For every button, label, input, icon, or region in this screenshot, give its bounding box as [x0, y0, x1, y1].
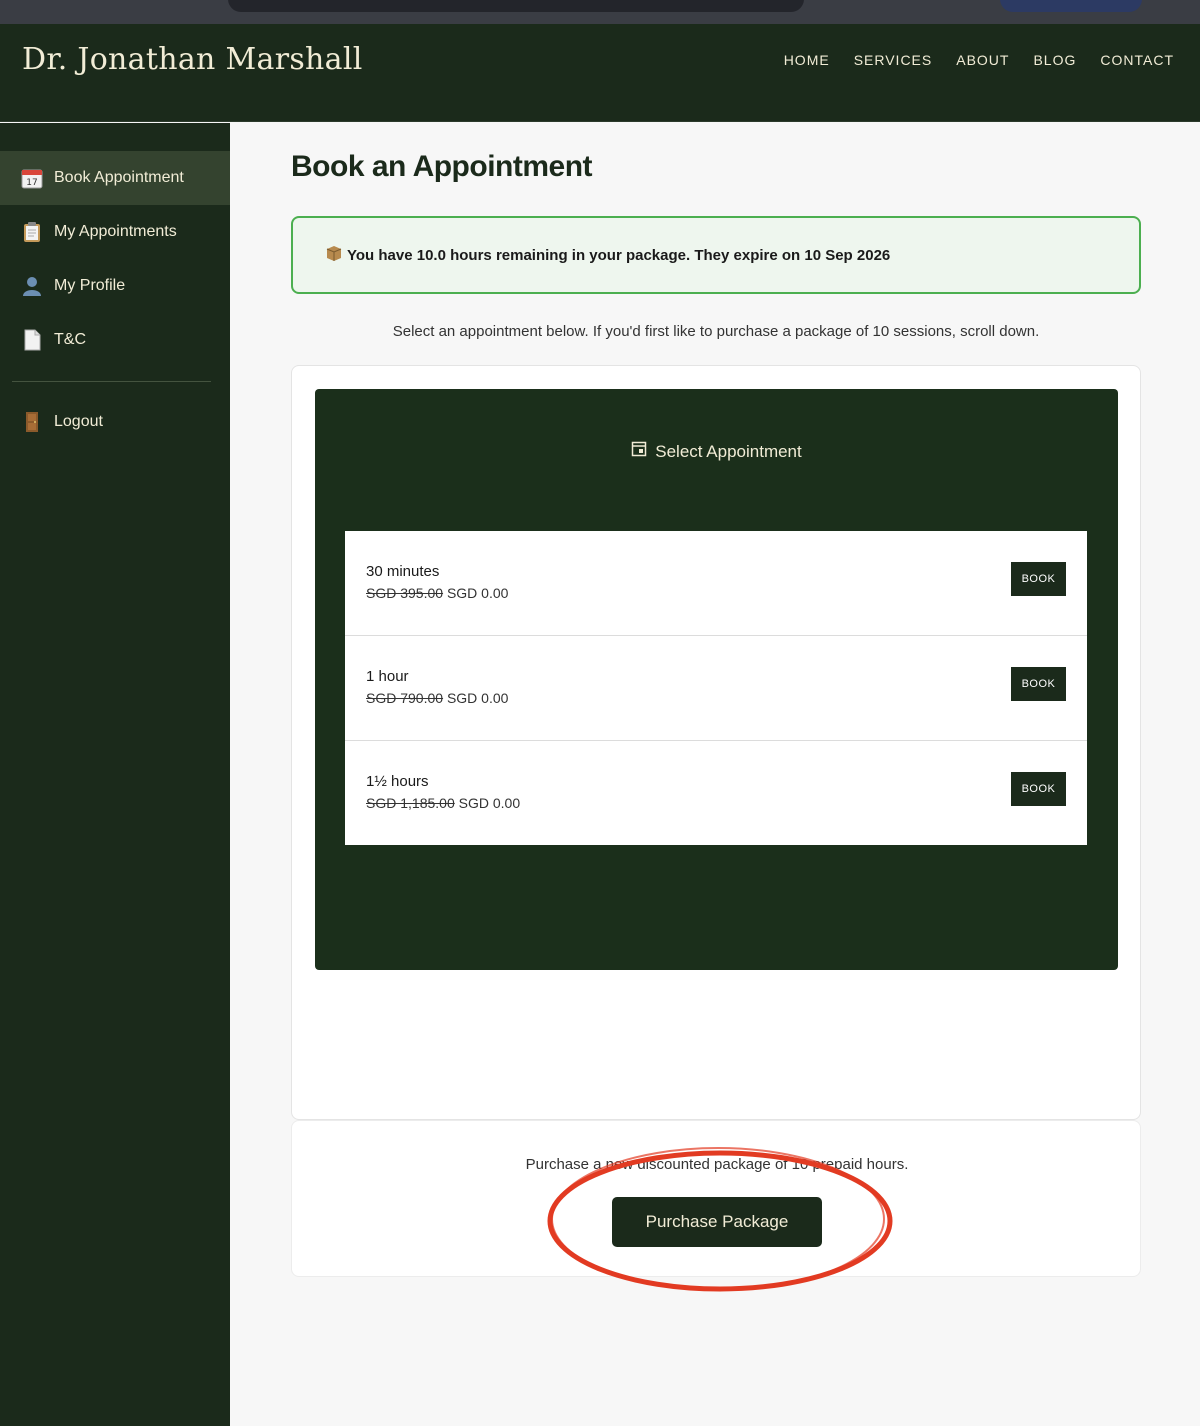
nav-services[interactable]: SERVICES — [854, 52, 933, 68]
nav-blog[interactable]: BLOG — [1033, 52, 1076, 68]
main-nav: HOME SERVICES ABOUT BLOG CONTACT — [784, 52, 1174, 68]
appointment-name: 1 hour — [366, 668, 409, 685]
sidebar-item-my-appointments[interactable]: My Appointments — [0, 205, 230, 259]
sidebar-divider — [12, 381, 211, 382]
current-price: SGD 0.00 — [446, 690, 509, 706]
calendar-icon: 17 — [20, 166, 44, 190]
document-icon — [20, 328, 44, 352]
book-button[interactable]: BOOK — [1011, 562, 1066, 596]
appointment-price: SGD 1,185.00 SGD 0.00 — [366, 795, 520, 811]
address-bar[interactable] — [228, 0, 804, 12]
svg-text:17: 17 — [26, 178, 37, 188]
list-item: 1 hour SGD 790.00 SGD 0.00 BOOK — [345, 636, 1087, 741]
sidebar-item-label: Book Appointment — [54, 169, 184, 186]
browser-button[interactable] — [1000, 0, 1142, 12]
old-price: SGD 790.00 — [366, 690, 444, 706]
nav-about[interactable]: ABOUT — [956, 52, 1009, 68]
appointment-name: 30 minutes — [366, 563, 440, 580]
old-price: SGD 1,185.00 — [366, 795, 455, 811]
current-price: SGD 0.00 — [458, 795, 521, 811]
nav-contact[interactable]: CONTACT — [1100, 52, 1174, 68]
appointment-price: SGD 790.00 SGD 0.00 — [366, 690, 508, 706]
browser-chrome — [0, 0, 1200, 24]
intro-text: Select an appointment below. If you'd fi… — [392, 323, 1040, 340]
site-brand[interactable]: Dr. Jonathan Marshall — [22, 42, 363, 77]
book-button[interactable]: BOOK — [1011, 772, 1066, 806]
purchase-text: Purchase a new discounted package of 10 … — [525, 1156, 909, 1173]
package-notice-text: You have 10.0 hours remaining in your pa… — [347, 246, 891, 264]
package-icon — [325, 244, 343, 266]
appointment-panel: Select Appointment 30 minutes SGD 395.00… — [315, 389, 1118, 970]
package-notice: You have 10.0 hours remaining in your pa… — [291, 216, 1141, 294]
purchase-card: Purchase a new discounted package of 10 … — [291, 1120, 1141, 1277]
panel-title: Select Appointment — [315, 441, 1118, 462]
sidebar: 17 Book Appointment My Appointments My P… — [0, 123, 230, 1426]
sidebar-item-label: My Appointments — [54, 223, 177, 240]
sidebar-item-logout[interactable]: Logout — [0, 395, 230, 449]
user-icon — [20, 274, 44, 298]
book-button[interactable]: BOOK — [1011, 667, 1066, 701]
old-price: SGD 395.00 — [366, 585, 444, 601]
door-icon — [20, 410, 44, 434]
sidebar-item-book-appointment[interactable]: 17 Book Appointment — [0, 151, 230, 205]
page-title: Book an Appointment — [291, 150, 593, 183]
clipboard-icon — [20, 220, 44, 244]
sidebar-item-label: Logout — [54, 413, 103, 430]
purchase-package-button[interactable]: Purchase Package — [612, 1197, 822, 1247]
calendar-outline-icon — [631, 441, 647, 462]
sidebar-item-label: T&C — [54, 331, 86, 348]
current-price: SGD 0.00 — [446, 585, 509, 601]
list-item: 30 minutes SGD 395.00 SGD 0.00 BOOK — [345, 531, 1087, 636]
nav-home[interactable]: HOME — [784, 52, 830, 68]
sidebar-item-my-profile[interactable]: My Profile — [0, 259, 230, 313]
sidebar-item-label: My Profile — [54, 277, 126, 294]
sidebar-item-tnc[interactable]: T&C — [0, 313, 230, 367]
list-item: 1½ hours SGD 1,185.00 SGD 0.00 BOOK — [345, 741, 1087, 845]
appointment-price: SGD 395.00 SGD 0.00 — [366, 585, 508, 601]
appointment-card: Select Appointment 30 minutes SGD 395.00… — [291, 365, 1141, 1120]
appointment-list: 30 minutes SGD 395.00 SGD 0.00 BOOK 1 ho… — [345, 531, 1087, 845]
panel-title-text: Select Appointment — [655, 441, 802, 461]
site-header: Dr. Jonathan Marshall HOME SERVICES ABOU… — [0, 24, 1200, 122]
appointment-name: 1½ hours — [366, 773, 429, 790]
